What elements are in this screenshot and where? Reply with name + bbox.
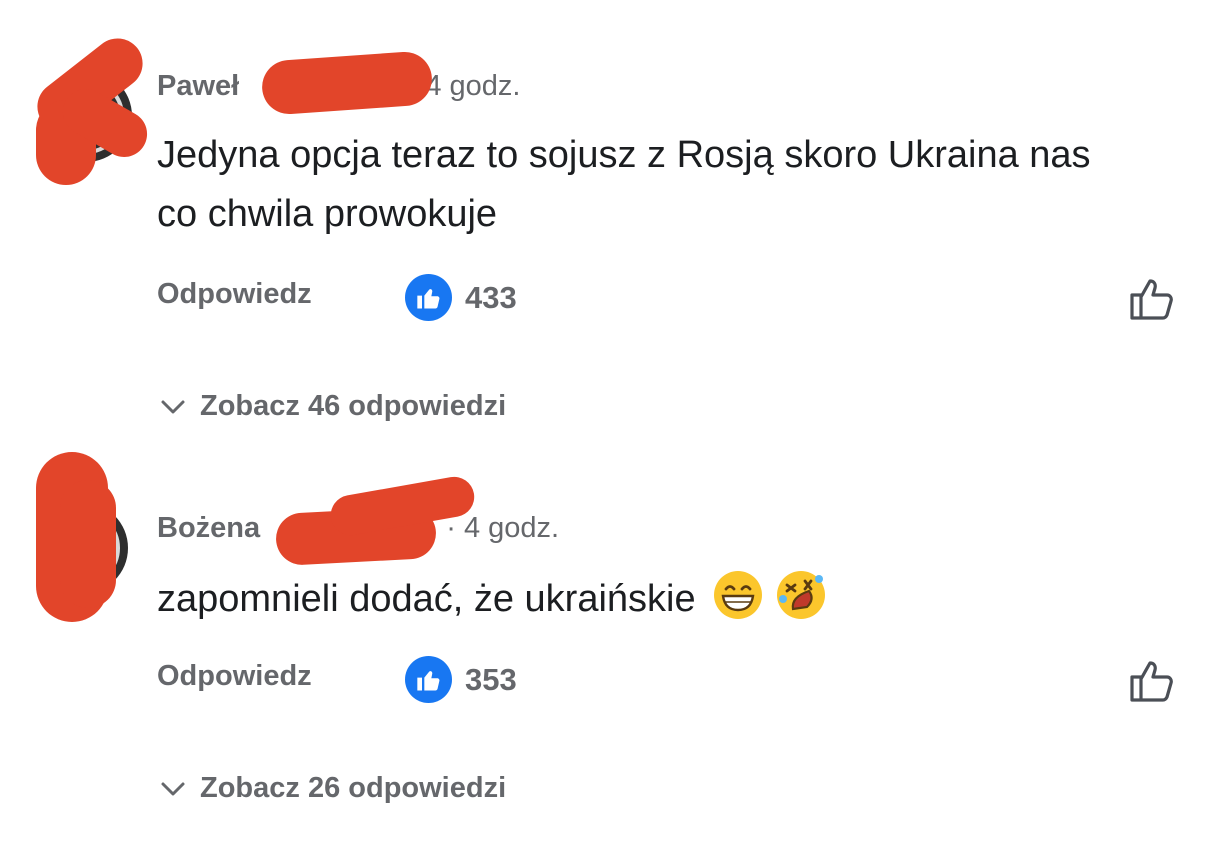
thumbs-up-outline-icon (1130, 279, 1173, 320)
view-replies-label: Zobacz 46 odpowiedzi (200, 390, 507, 422)
comment-text-body: zapomnieli dodać, że ukraińskie (157, 578, 696, 620)
comment-text: Jedyna opcja teraz to sojusz z Rosją sko… (157, 134, 1091, 235)
comment-text: zapomnieli dodać, że ukraińskie (157, 569, 1117, 629)
reply-button[interactable]: Odpowiedz (157, 278, 312, 311)
comment-actions: Odpowiedz 353 (157, 654, 1177, 704)
redaction-mark (60, 480, 116, 608)
like-reaction-icon[interactable] (405, 656, 452, 703)
chevron-down-icon (161, 782, 185, 795)
author-name[interactable]: Paweł (157, 70, 239, 102)
chevron-down-icon (161, 400, 185, 413)
rolling-laughing-emoji-icon (776, 571, 825, 619)
like-reaction-icon[interactable] (405, 274, 452, 321)
comment-actions: Odpowiedz 433 (157, 272, 1177, 322)
view-replies-link[interactable]: Zobacz 46 odpowiedzi (160, 390, 506, 423)
view-replies-link[interactable]: Zobacz 26 odpowiedzi (160, 772, 506, 805)
view-replies-label: Zobacz 26 odpowiedzi (200, 772, 507, 804)
comment: Paweł 4 godz. Jedyna opcja teraz to soju… (0, 0, 1220, 440)
author-name[interactable]: Bożena (157, 512, 260, 544)
comment: Bożena · 4 godz. zapomnieli dodać, że uk… (0, 440, 1220, 861)
thumbs-up-icon (416, 288, 439, 308)
comment-time: 4 godz. (425, 70, 521, 102)
grinning-face-emoji-icon (714, 571, 763, 619)
thumbs-up-outline-icon (1130, 661, 1173, 702)
comment-time: · 4 godz. (446, 512, 560, 544)
reply-button[interactable]: Odpowiedz (157, 660, 312, 693)
comments-feed: Paweł 4 godz. Jedyna opcja teraz to soju… (0, 0, 1220, 861)
redaction-mark (260, 50, 434, 116)
like-button[interactable] (1127, 274, 1177, 324)
like-button[interactable] (1127, 656, 1177, 706)
like-count: 433 (465, 280, 517, 315)
thumbs-up-icon (416, 670, 439, 690)
like-count: 353 (465, 662, 517, 697)
